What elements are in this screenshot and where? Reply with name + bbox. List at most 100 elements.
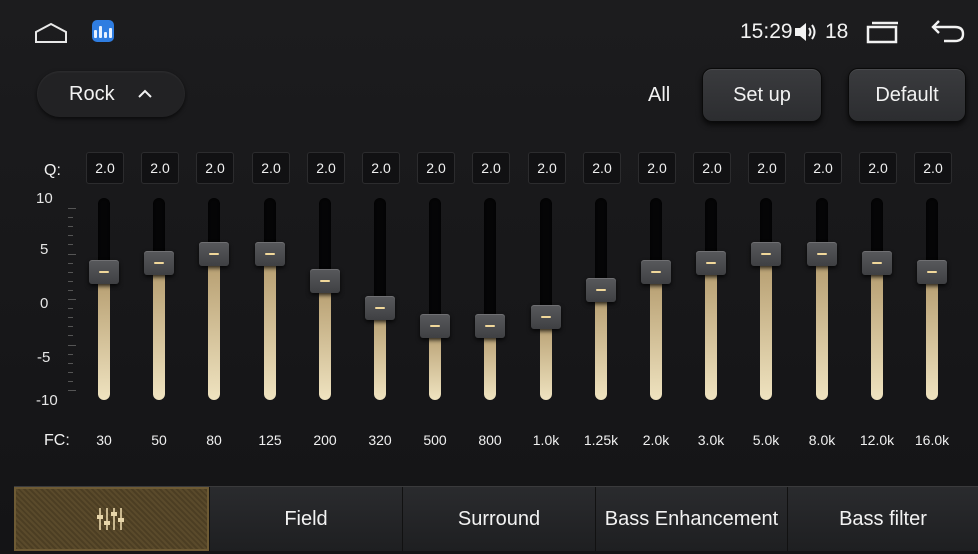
gain-slider-fill — [595, 289, 607, 400]
gain-slider-handle[interactable] — [641, 260, 671, 284]
gain-slider-handle[interactable] — [310, 269, 340, 293]
gain-slider-handle[interactable] — [696, 251, 726, 275]
gain-slider-track[interactable] — [153, 198, 165, 400]
scale-tick — [68, 354, 73, 355]
eq-band: 2.0 500 — [408, 140, 462, 460]
gain-slider-handle[interactable] — [917, 260, 947, 284]
gain-slider-track[interactable] — [484, 198, 496, 400]
gain-slider-handle[interactable] — [89, 260, 119, 284]
gain-slider-fill — [540, 317, 552, 400]
gain-slider-fill — [650, 271, 662, 400]
setup-button[interactable]: Set up — [702, 68, 822, 122]
gain-slider-fill — [208, 253, 220, 400]
q-value-field[interactable]: 2.0 — [196, 152, 234, 184]
frequency-label: 2.0k — [642, 432, 670, 448]
gain-slider-track[interactable] — [871, 198, 883, 400]
gain-slider-track[interactable] — [98, 198, 110, 400]
q-value-field[interactable]: 2.0 — [804, 152, 842, 184]
gain-slider-handle[interactable] — [531, 305, 561, 329]
preset-selector[interactable]: Rock — [37, 71, 185, 117]
q-value-field[interactable]: 2.0 — [748, 152, 786, 184]
q-value-field[interactable]: 2.0 — [693, 152, 731, 184]
scale-tick — [68, 263, 73, 264]
clock: 15:29 — [740, 20, 793, 43]
q-value-field[interactable]: 2.0 — [638, 152, 676, 184]
frequency-label: 1.0k — [532, 432, 560, 448]
gain-slider-handle[interactable] — [144, 251, 174, 275]
eq-band: 2.0 8.0k — [795, 140, 849, 460]
gain-slider-handle[interactable] — [365, 296, 395, 320]
gain-slider-track[interactable] — [705, 198, 717, 400]
q-value-field[interactable]: 2.0 — [583, 152, 621, 184]
q-value-field[interactable]: 2.0 — [859, 152, 897, 184]
frequency-label: 320 — [368, 432, 392, 448]
gain-slider-track[interactable] — [540, 198, 552, 400]
q-value-field[interactable]: 2.0 — [141, 152, 179, 184]
q-value-field[interactable]: 2.0 — [528, 152, 566, 184]
q-value-field[interactable]: 2.0 — [417, 152, 455, 184]
q-value-field[interactable]: 2.0 — [252, 152, 290, 184]
default-button[interactable]: Default — [848, 68, 966, 122]
gain-slider-handle[interactable] — [255, 242, 285, 266]
q-value-field[interactable]: 2.0 — [914, 152, 952, 184]
eq-band: 2.0 320 — [353, 140, 407, 460]
gain-slider-fill — [760, 253, 772, 400]
gain-slider-track[interactable] — [926, 198, 938, 400]
scale-label: 0 — [40, 295, 49, 312]
recent-apps-icon[interactable] — [866, 20, 900, 44]
gain-slider-track[interactable] — [429, 198, 441, 400]
q-value-field[interactable]: 2.0 — [362, 152, 400, 184]
tab-bass-filter[interactable]: Bass filter — [788, 487, 978, 551]
scale-tick — [68, 381, 73, 382]
q-value-field[interactable]: 2.0 — [307, 152, 345, 184]
gain-slider-fill — [705, 262, 717, 400]
scale-tick — [68, 345, 76, 346]
frequency-label: 200 — [313, 432, 337, 448]
scale-tick — [68, 299, 76, 300]
gain-slider-track[interactable] — [816, 198, 828, 400]
frequency-label: 30 — [96, 432, 112, 448]
frequency-label: 125 — [258, 432, 282, 448]
eq-band: 2.0 30 — [77, 140, 131, 460]
gain-slider-handle[interactable] — [199, 242, 229, 266]
gain-slider-handle[interactable] — [420, 314, 450, 338]
scale-tick — [68, 317, 73, 318]
tab-field[interactable]: Field — [210, 487, 403, 551]
gain-slider-fill — [926, 271, 938, 400]
eq-band: 2.0 800 — [463, 140, 517, 460]
tab-surround[interactable]: Surround — [403, 487, 596, 551]
scale-tick — [68, 281, 73, 282]
gain-slider-handle[interactable] — [751, 242, 781, 266]
volume-icon[interactable] — [793, 20, 819, 44]
status-bar: 15:29 18 — [0, 0, 978, 60]
gain-slider-track[interactable] — [264, 198, 276, 400]
gain-slider-handle[interactable] — [807, 242, 837, 266]
scale-tick — [68, 372, 73, 373]
tab-bass-enhancement[interactable]: Bass Enhancement — [596, 487, 788, 551]
eq-band: 2.0 16.0k — [905, 140, 959, 460]
tab-equalizer[interactable] — [14, 487, 210, 551]
q-value-field[interactable]: 2.0 — [472, 152, 510, 184]
app-icon[interactable] — [92, 20, 114, 42]
frequency-label: 80 — [206, 432, 222, 448]
frequency-label: 500 — [423, 432, 447, 448]
scale-tick — [68, 226, 73, 227]
gain-slider-handle[interactable] — [862, 251, 892, 275]
q-value-field[interactable]: 2.0 — [86, 152, 124, 184]
eq-band: 2.0 80 — [187, 140, 241, 460]
scale-label: 5 — [40, 241, 49, 258]
back-icon[interactable] — [930, 18, 966, 44]
gain-slider-track[interactable] — [760, 198, 772, 400]
gain-slider-fill — [98, 271, 110, 400]
scale-tick — [68, 326, 73, 327]
gain-slider-handle[interactable] — [475, 314, 505, 338]
gain-slider-fill — [374, 308, 386, 400]
gain-slider-track[interactable] — [319, 198, 331, 400]
home-icon[interactable] — [34, 22, 68, 44]
gain-slider-fill — [319, 280, 331, 400]
channel-label[interactable]: All — [648, 84, 670, 107]
gain-slider-fill — [153, 262, 165, 400]
gain-slider-handle[interactable] — [586, 278, 616, 302]
gain-slider-track[interactable] — [650, 198, 662, 400]
gain-slider-track[interactable] — [208, 198, 220, 400]
